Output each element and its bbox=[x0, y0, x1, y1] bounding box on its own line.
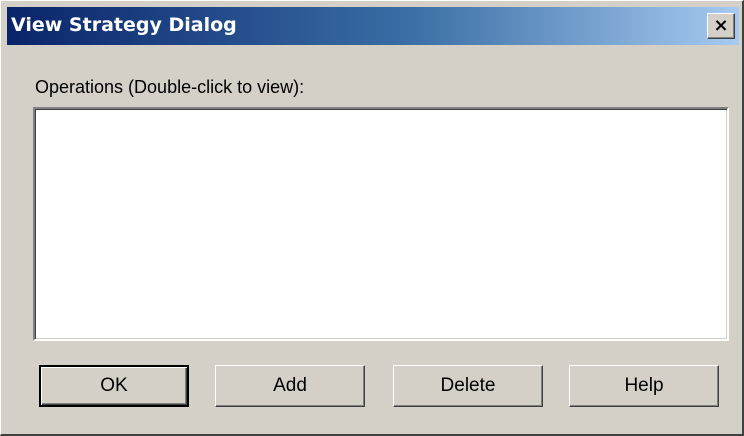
operations-label: Operations (Double-click to view): bbox=[35, 77, 305, 97]
delete-button[interactable]: Delete bbox=[393, 365, 543, 407]
close-button[interactable]: × bbox=[707, 13, 735, 39]
ok-button[interactable]: OK bbox=[39, 365, 189, 407]
window-title: View Strategy Dialog bbox=[11, 14, 237, 36]
title-bar[interactable]: View Strategy Dialog × bbox=[7, 7, 739, 45]
help-button[interactable]: Help bbox=[569, 365, 719, 407]
close-icon: × bbox=[713, 15, 729, 36]
add-button[interactable]: Add bbox=[215, 365, 365, 407]
operations-listbox[interactable] bbox=[33, 107, 729, 341]
view-strategy-dialog: View Strategy Dialog × Operations (Doubl… bbox=[0, 0, 744, 436]
